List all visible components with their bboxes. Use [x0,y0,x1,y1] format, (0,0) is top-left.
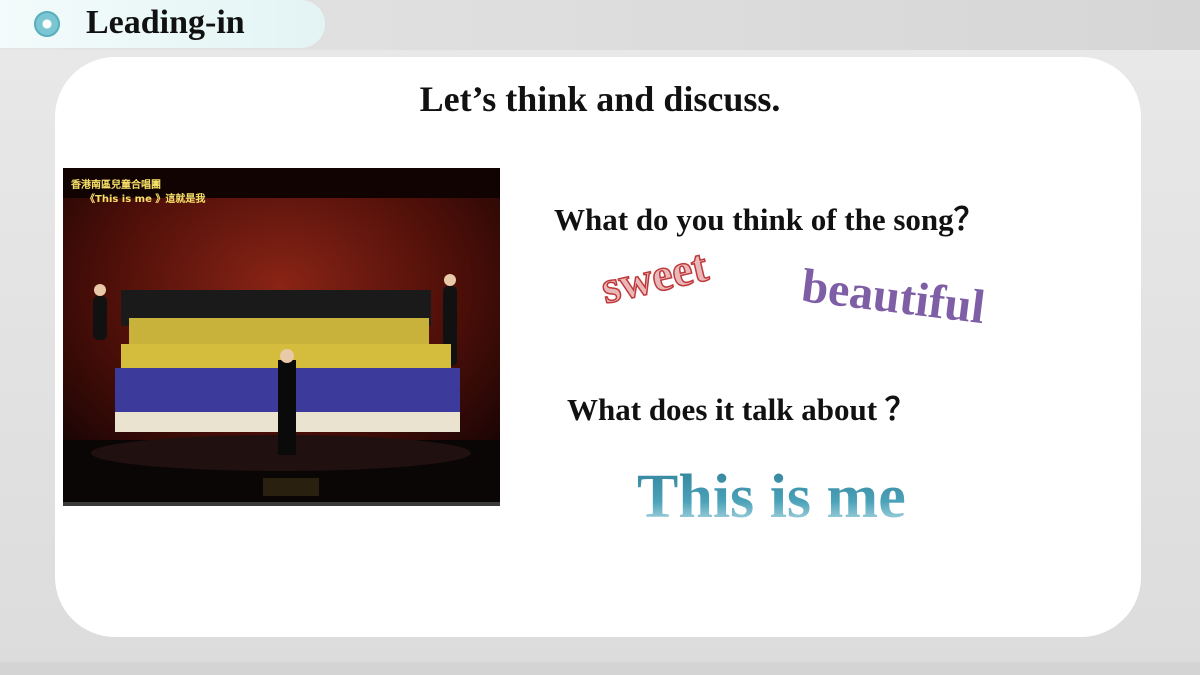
section-title-pill: Leading-in [0,0,325,48]
video-caption-line2: 《This is me 》這就是我 [85,194,206,205]
choir-video[interactable]: 香港南區兒童合唱團 《This is me 》這就是我 [63,168,500,506]
page-heading: Let’s think and discuss. [419,79,781,119]
question-opinion: What do you think of the song？ [554,202,985,237]
section-title: Leading-in [86,4,245,41]
video-caption-line1: 香港南區兒童合唱團 [71,180,161,191]
footer-bar [0,662,1200,675]
circle-bullet-icon [34,11,60,37]
question-topic: What does it talk about ？ [567,392,916,427]
choir-video-frame [63,168,500,506]
answer-this-is-me: This is me [637,463,906,531]
